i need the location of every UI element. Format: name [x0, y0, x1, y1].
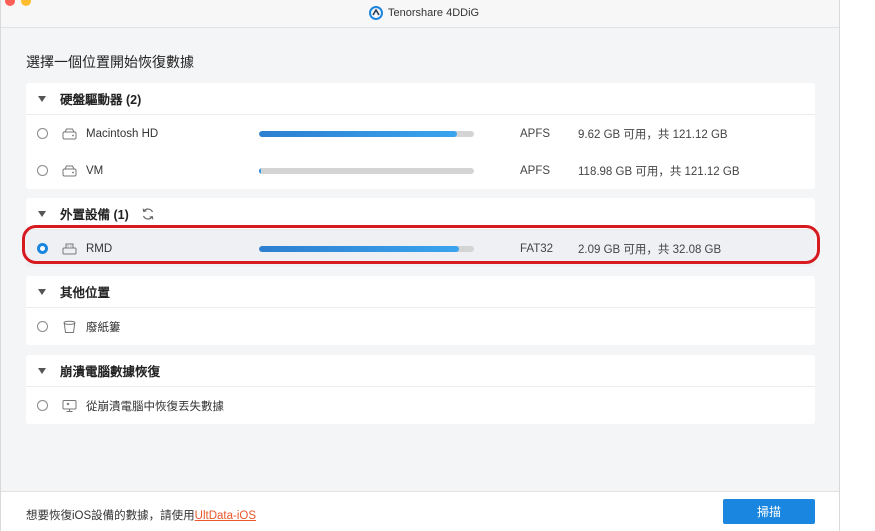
hard-drive-icon	[62, 128, 77, 139]
external-devices-title: 外置設備 (1)	[60, 208, 129, 222]
location-radio-trash[interactable]	[37, 321, 48, 332]
collapse-caret-icon[interactable]	[38, 367, 46, 374]
drive-radio-vm[interactable]	[37, 165, 48, 176]
collapse-caret-icon[interactable]	[38, 288, 46, 295]
other-locations-section: 其他位置 廢紙簍	[26, 276, 815, 345]
hard-drives-header[interactable]: 硬盤驅動器 (2)	[26, 83, 815, 115]
scan-button[interactable]: 掃描	[723, 499, 815, 524]
drive-row-vm[interactable]: VM APFS 118.98 GB 可用，共 121.12 GB	[26, 152, 815, 189]
title-bar: Tenorshare 4DDiG	[1, 0, 839, 28]
ultdata-ios-link[interactable]: UltData-iOS	[195, 510, 256, 522]
filesystem-label: APFS	[520, 164, 551, 177]
usage-bar-fill	[259, 130, 457, 137]
capacity-label: 2.09 GB 可用，共 32.08 GB	[578, 243, 722, 256]
filesystem-label: APFS	[520, 127, 551, 140]
trash-icon	[63, 320, 76, 333]
hard-drives-title: 硬盤驅動器 (2)	[60, 93, 142, 107]
footer-bar: 想要恢復iOS設備的數據，請使用UltData-iOS 掃描	[1, 491, 839, 531]
hard-drive-icon	[62, 165, 77, 176]
location-label: 廢紙簍	[86, 321, 121, 334]
other-locations-title: 其他位置	[60, 286, 111, 300]
usb-drive-icon	[62, 243, 77, 254]
drive-radio-macintosh-hd[interactable]	[37, 128, 48, 139]
usage-bar	[259, 245, 474, 252]
page-margin	[840, 0, 875, 531]
filesystem-label: FAT32	[520, 242, 554, 255]
footer-prompt-text: 想要恢復iOS設備的數據，請使用	[26, 510, 195, 522]
location-row-trash[interactable]: 廢紙簍	[26, 308, 815, 345]
app-logo-icon	[369, 6, 383, 20]
drive-radio-rmd[interactable]	[37, 243, 48, 254]
usage-bar-fill	[259, 245, 459, 252]
drive-label: VM	[86, 164, 104, 177]
drive-label: Macintosh HD	[86, 127, 159, 140]
crashed-computer-header[interactable]: 崩潰電腦數據恢復	[26, 355, 815, 387]
drive-row-macintosh-hd[interactable]: Macintosh HD APFS 9.62 GB 可用，共 121.12 GB	[26, 115, 815, 152]
drive-label: RMD	[86, 242, 113, 255]
minimize-window-button[interactable]	[21, 0, 31, 6]
capacity-label: 118.98 GB 可用，共 121.12 GB	[578, 165, 740, 178]
usage-bar	[259, 130, 474, 137]
app-title: Tenorshare 4DDiG	[369, 6, 479, 20]
usage-bar	[259, 167, 474, 174]
page-title: 選擇一個位置開始恢復數據	[26, 54, 194, 70]
external-devices-section: 外置設備 (1) RMD FAT32 2.09 GB 可用，共 32.08 GB	[26, 198, 815, 267]
crashed-computer-section: 崩潰電腦數據恢復 從崩潰電腦中恢復丟失數據	[26, 355, 815, 424]
location-row-crashed-recovery[interactable]: 從崩潰電腦中恢復丟失數據	[26, 387, 815, 424]
capacity-label: 9.62 GB 可用，共 121.12 GB	[578, 128, 728, 141]
drive-row-rmd[interactable]: RMD FAT32 2.09 GB 可用，共 32.08 GB	[26, 230, 815, 267]
app-window: Tenorshare 4DDiG 選擇一個位置開始恢復數據 硬盤驅動器 (2) …	[0, 0, 840, 531]
crashed-computer-title: 崩潰電腦數據恢復	[60, 365, 161, 379]
other-locations-header[interactable]: 其他位置	[26, 276, 815, 308]
collapse-caret-icon[interactable]	[38, 95, 46, 102]
refresh-icon[interactable]	[141, 207, 155, 221]
external-devices-header[interactable]: 外置設備 (1)	[26, 198, 815, 230]
location-radio-crashed-recovery[interactable]	[37, 400, 48, 411]
monitor-icon	[62, 399, 77, 412]
location-label: 從崩潰電腦中恢復丟失數據	[86, 400, 224, 413]
hard-drives-section: 硬盤驅動器 (2) Macintosh HD APFS 9.62 GB 可用，共…	[26, 83, 815, 189]
collapse-caret-icon[interactable]	[38, 210, 46, 217]
close-window-button[interactable]	[5, 0, 15, 6]
app-title-text: Tenorshare 4DDiG	[388, 7, 480, 19]
footer-prompt: 想要恢復iOS設備的數據，請使用UltData-iOS	[26, 507, 256, 523]
usage-bar-fill	[259, 167, 262, 174]
